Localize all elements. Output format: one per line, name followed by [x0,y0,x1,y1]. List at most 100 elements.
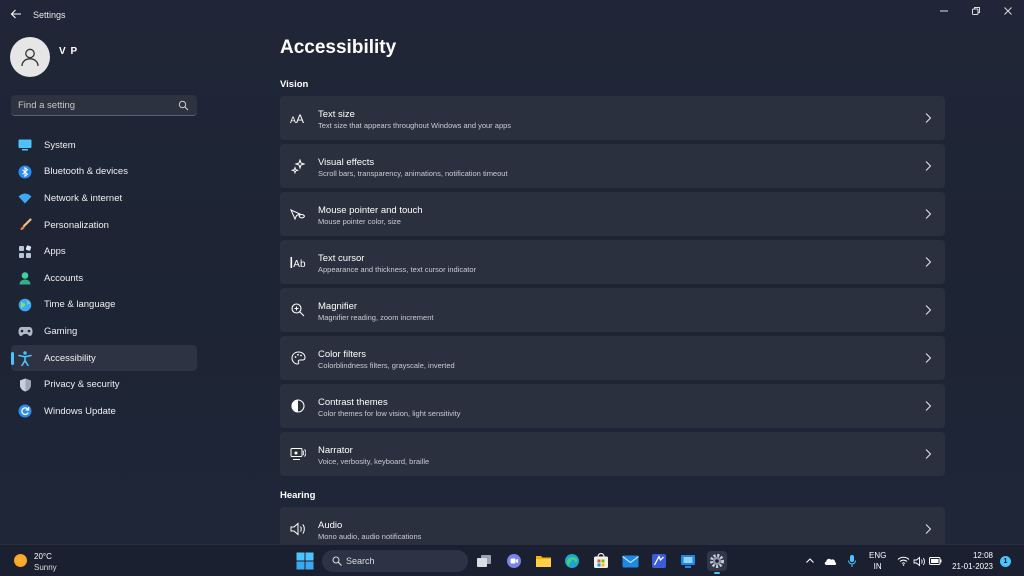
hearing-settings-list: Audio Mono audio, audio notifications [280,507,945,544]
onedrive-icon[interactable] [823,554,837,568]
avatar[interactable] [10,37,50,77]
window-controls [928,0,1024,22]
sidebar-item-label: Bluetooth & devices [44,166,128,178]
region-code: IN [873,562,882,571]
setting-card-narrator[interactable]: Narrator Voice, verbosity, keyboard, bra… [280,432,945,476]
sidebar-item-personalization[interactable]: Personalization [11,212,197,239]
sidebar-item-network[interactable]: Network & internet [11,185,197,212]
settings-app-button[interactable] [707,551,727,574]
palette-icon [290,350,306,366]
chevron-right-icon [925,161,932,171]
sidebar-item-accessibility[interactable]: Accessibility [11,344,197,372]
gamepad-icon [17,323,33,339]
store-button[interactable] [591,551,611,571]
chevron-right-icon [925,449,932,459]
weather-desc: Sunny [34,563,57,572]
back-button[interactable] [8,8,24,24]
setting-card-text-cursor[interactable]: Ab Text cursor Appearance and thickness,… [280,240,945,284]
close-icon [1004,7,1012,15]
photo-editor-icon [652,554,666,568]
setting-card-color-filters[interactable]: Color filters Colorblindness filters, gr… [280,336,945,380]
close-button[interactable] [992,0,1024,22]
apps-icon [17,244,33,260]
remote-desktop-button[interactable] [678,551,698,571]
text-cursor-icon: Ab [290,254,306,270]
setting-card-text-size[interactable]: AA Text size Text size that appears thro… [280,96,945,140]
taskbar-search-label: Search [346,556,375,566]
sidebar-item-label: Network & internet [44,192,123,204]
setting-card-magnifier[interactable]: Magnifier Magnifier reading, zoom increm… [280,288,945,332]
sidebar-item-windows-update[interactable]: Windows Update [11,398,197,425]
mouse-pointer-icon [290,206,306,222]
setting-card-title: Narrator [318,445,353,456]
sidebar-item-bluetooth[interactable]: Bluetooth & devices [11,159,197,186]
narrator-icon [290,446,306,462]
minimize-button[interactable] [928,0,960,22]
setting-card-subtitle: Appearance and thickness, text cursor in… [318,265,477,274]
setting-card-mouse-pointer[interactable]: Mouse pointer and touch Mouse pointer co… [280,192,945,236]
setting-card-audio[interactable]: Audio Mono audio, audio notifications [280,507,945,544]
contrast-icon [290,398,306,414]
chevron-right-icon [925,524,932,534]
search-box[interactable] [11,95,197,116]
sparkle-icon [290,158,306,174]
sidebar-item-label: Accessibility [44,352,96,364]
setting-card-title: Audio [318,520,343,531]
store-icon [594,553,608,568]
brush-icon [17,217,33,233]
search-icon[interactable] [178,100,189,111]
globe-icon [17,297,33,313]
accessibility-icon [17,350,33,366]
setting-card-subtitle: Magnifier reading, zoom increment [318,313,434,322]
system-icon [17,137,33,153]
section-title-vision: Vision [280,79,309,90]
sidebar-item-apps[interactable]: Apps [11,238,197,265]
microphone-icon[interactable] [845,554,859,568]
windows-start-icon[interactable] [296,552,314,570]
file-explorer-button[interactable] [533,551,553,571]
sidebar-item-privacy[interactable]: Privacy & security [11,371,197,398]
mail-button[interactable] [620,551,640,571]
chevron-up-icon[interactable] [803,554,817,568]
settings-window: Settings V P System [0,0,1024,544]
wifi-icon[interactable] [896,554,910,568]
sidebar-item-label: Apps [44,246,66,258]
restore-icon [972,7,980,15]
setting-card-title: Visual effects [318,157,375,168]
sidebar-item-label: Privacy & security [44,379,120,391]
setting-card-visual-effects[interactable]: Visual effects Scroll bars, transparency… [280,144,945,188]
back-arrow-icon [10,9,21,19]
setting-card-subtitle: Mouse pointer color, size [318,217,401,226]
task-view-button[interactable] [474,551,494,571]
input-language-indicator[interactable]: ENG IN [869,550,886,572]
chevron-right-icon [925,305,932,315]
settings-icon [710,554,724,568]
sidebar-item-gaming[interactable]: Gaming [11,318,197,345]
edge-button[interactable] [562,551,582,571]
taskbar: 20°C Sunny Search ENG IN 12:08 21-01-202… [0,544,1024,576]
setting-card-contrast-themes[interactable]: Contrast themes Color themes for low vis… [280,384,945,428]
photo-editor-button[interactable] [649,551,669,571]
clock-date: 21-01-2023 [952,562,993,571]
sidebar-item-label: Windows Update [44,405,116,417]
teams-chat-button[interactable] [504,551,524,571]
sidebar-item-label: System [44,139,76,151]
chevron-right-icon [925,209,932,219]
setting-card-subtitle: Scroll bars, transparency, animations, n… [318,169,508,178]
svg-text:Ab: Ab [293,259,306,269]
search-icon [332,556,342,566]
sidebar-item-time-language[interactable]: Time & language [11,292,197,319]
search-input[interactable] [18,98,178,113]
taskbar-search[interactable]: Search [322,550,468,572]
sidebar-item-accounts[interactable]: Accounts [11,265,197,292]
volume-icon[interactable] [912,554,926,568]
restore-button[interactable] [960,0,992,22]
user-profile[interactable]: V P [10,37,200,79]
notification-badge[interactable]: 1 [1000,556,1011,567]
svg-text:A: A [296,112,304,124]
vision-settings-list: AA Text size Text size that appears thro… [280,96,945,480]
system-clock[interactable]: 12:08 21-01-2023 [950,550,993,572]
battery-icon[interactable] [928,554,942,568]
sidebar-item-system[interactable]: System [11,132,197,159]
chevron-right-icon [925,257,932,267]
